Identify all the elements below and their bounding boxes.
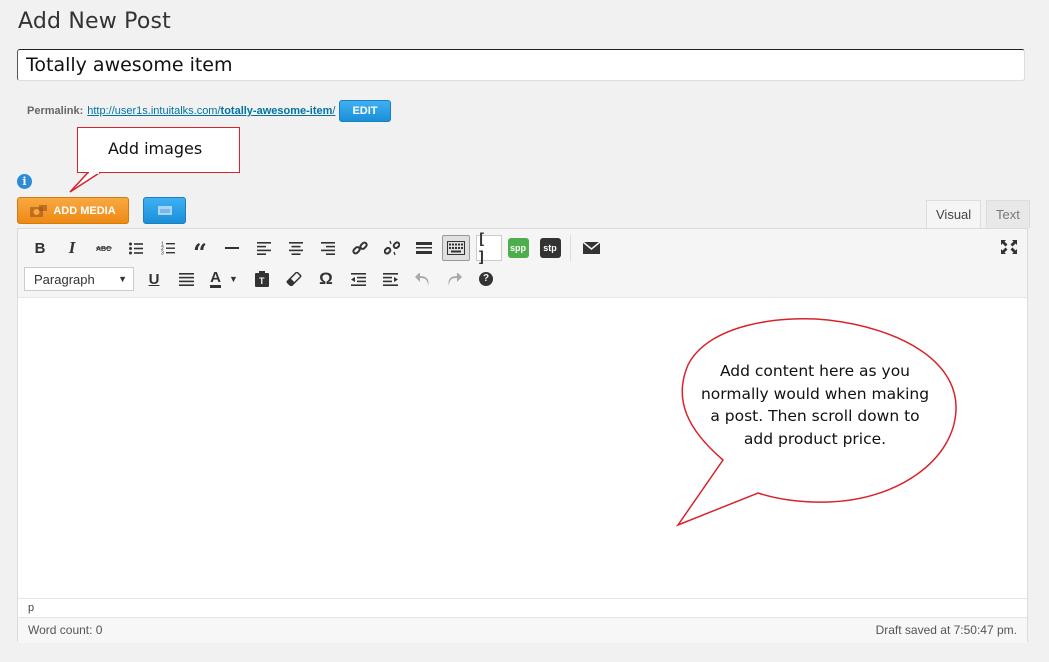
add-media-button[interactable]: ADD MEDIA	[17, 197, 129, 224]
post-title-input[interactable]	[17, 49, 1025, 81]
permalink-url-slug: totally-awesome-item	[220, 105, 333, 117]
svg-text:ABC: ABC	[96, 246, 111, 253]
camera-icon	[30, 204, 48, 217]
info-icon[interactable]: i	[17, 174, 32, 189]
clear-formatting-icon[interactable]	[278, 266, 310, 292]
distraction-free-icon[interactable]: [ ]	[476, 230, 502, 266]
element-path: p	[18, 598, 1027, 616]
bulleted-list-icon[interactable]	[120, 235, 152, 261]
editor-footer: Word count: 0 Draft saved at 7:50:47 pm.	[18, 617, 1027, 643]
editor-toolbar: B I ABC 123 “ [ ] spp stp Paragraph ▼ U A…	[18, 229, 1027, 298]
redo-icon[interactable]	[438, 266, 470, 292]
help-icon[interactable]: ?	[470, 266, 502, 292]
format-select[interactable]: Paragraph ▼	[24, 267, 134, 291]
outdent-icon[interactable]	[342, 266, 374, 292]
numbered-list-icon[interactable]: 123	[152, 235, 184, 261]
edit-permalink-button[interactable]: EDIT	[339, 100, 391, 122]
page-title: Add New Post	[18, 9, 171, 34]
text-color-dropdown-icon: ▼	[228, 274, 238, 284]
undo-icon[interactable]	[406, 266, 438, 292]
svg-text:T: T	[259, 276, 265, 286]
content-callout-line: normally would when making	[700, 384, 930, 403]
align-left-icon[interactable]	[248, 235, 280, 261]
permalink-row: Permalink: http://user1s.intuitalks.com/…	[27, 100, 391, 122]
svg-text:3: 3	[161, 251, 164, 256]
toolbar-row-1: B I ABC 123 “ [ ] spp stp	[24, 230, 607, 266]
toolbar-separator	[570, 235, 571, 261]
tab-visual[interactable]: Visual	[926, 200, 982, 228]
content-callout-line: Add content here as you	[719, 362, 911, 380]
permalink-link[interactable]: http://user1s.intuitalks.com/totally-awe…	[87, 105, 335, 117]
add-images-callout-text: Add images	[108, 139, 203, 158]
add-media-label: ADD MEDIA	[53, 204, 116, 217]
content-callout-text: Add content here as you normally would w…	[695, 360, 935, 450]
strikethrough-icon[interactable]: ABC	[88, 235, 120, 261]
indent-icon[interactable]	[374, 266, 406, 292]
justify-icon[interactable]	[170, 266, 202, 292]
special-character-icon[interactable]: Ω	[310, 266, 342, 292]
unlink-icon[interactable]	[376, 235, 408, 261]
email-icon[interactable]	[575, 235, 607, 261]
callout-tail	[69, 172, 103, 193]
tab-text[interactable]: Text	[986, 200, 1030, 228]
permalink-url-base: http://user1s.intuitalks.com/	[87, 105, 221, 117]
permalink-label: Permalink:	[27, 105, 84, 117]
italic-icon[interactable]: I	[56, 235, 88, 261]
stp-shortcode-button[interactable]: stp	[534, 235, 566, 261]
spp-icon: spp	[507, 238, 529, 258]
underline-icon[interactable]: U	[138, 266, 170, 292]
align-right-icon[interactable]	[312, 235, 344, 261]
draft-saved-status: Draft saved at 7:50:47 pm.	[875, 623, 1017, 637]
permalink-url-end: /	[332, 105, 336, 117]
bold-icon[interactable]: B	[24, 235, 56, 261]
horizontal-line-icon[interactable]	[216, 235, 248, 261]
chevron-down-icon: ▼	[118, 274, 127, 284]
content-callout-line: a post. Then scroll down to	[710, 407, 920, 425]
blockquote-icon[interactable]: “	[184, 235, 216, 265]
spp-shortcode-button[interactable]: spp	[502, 235, 534, 261]
toolbar-toggle-icon[interactable]	[442, 235, 470, 261]
word-count: Word count: 0	[28, 623, 103, 637]
insert-media-button[interactable]	[143, 197, 186, 224]
content-callout-line: add product price.	[743, 429, 887, 448]
toolbar-row-2: Paragraph ▼ U A ▼ T Ω ?	[24, 266, 502, 292]
read-more-icon[interactable]	[408, 235, 440, 261]
format-select-value: Paragraph	[34, 271, 95, 287]
paste-as-text-icon[interactable]: T	[246, 266, 278, 292]
fullscreen-icon[interactable]	[1001, 240, 1017, 259]
link-icon[interactable]	[344, 235, 376, 261]
align-center-icon[interactable]	[280, 235, 312, 261]
image-icon	[157, 203, 172, 218]
stp-icon: stp	[539, 238, 561, 258]
text-color-icon[interactable]: A ▼	[202, 266, 246, 292]
